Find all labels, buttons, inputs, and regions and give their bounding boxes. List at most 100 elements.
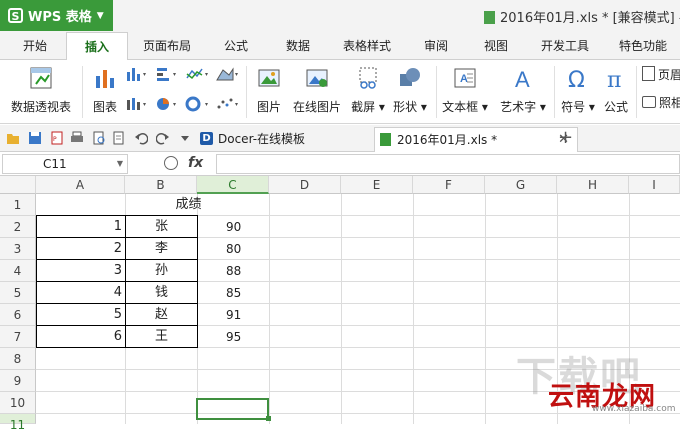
column-header-a[interactable]: A <box>36 176 125 194</box>
row-header-6[interactable]: 6 <box>0 304 36 326</box>
cell-b6[interactable]: 赵 <box>126 304 197 326</box>
row-header-4[interactable]: 4 <box>0 260 36 282</box>
row-header-7[interactable]: 7 <box>0 326 36 348</box>
tab-data[interactable]: 数据 <box>274 32 322 60</box>
save-icon[interactable] <box>28 131 42 145</box>
cell-c7[interactable]: 95 <box>226 326 269 348</box>
omega-icon: Ω <box>568 68 585 90</box>
cell-b7[interactable]: 王 <box>126 326 197 348</box>
column-header-c[interactable]: C <box>197 176 269 194</box>
ribbon-separator <box>436 66 437 118</box>
wordart-button[interactable]: A 艺术字 ▾ <box>496 66 550 115</box>
app-menu-button[interactable]: S WPS 表格 ▼ <box>0 0 113 31</box>
cell-a4[interactable]: 3 <box>36 260 125 282</box>
scatter-chart-icon[interactable] <box>215 96 241 112</box>
export-pdf-icon[interactable]: P <box>50 131 64 145</box>
online-picture-button[interactable]: 在线图片 <box>290 66 344 115</box>
row-header-11[interactable]: 11 <box>0 414 36 431</box>
chevron-down-icon[interactable]: ▼ <box>117 155 123 173</box>
tab-home[interactable]: 开始 <box>14 32 56 60</box>
tab-developer[interactable]: 开发工具 <box>532 32 598 60</box>
print-preview-icon[interactable] <box>92 131 106 145</box>
column-header-g[interactable]: G <box>485 176 557 194</box>
column-header-h[interactable]: H <box>557 176 629 194</box>
column-header-e[interactable]: E <box>341 176 413 194</box>
customize-dropdown-icon[interactable] <box>178 131 192 145</box>
undo-icon[interactable] <box>134 131 148 145</box>
row-header-3[interactable]: 3 <box>0 238 36 260</box>
gridline <box>413 194 414 424</box>
row-header-8[interactable]: 8 <box>0 348 36 370</box>
tab-page-layout[interactable]: 页面布局 <box>136 32 198 60</box>
name-box[interactable]: C11 ▼ <box>2 154 128 174</box>
cell-a3[interactable]: 2 <box>36 238 125 260</box>
column-header-d[interactable]: D <box>269 176 341 194</box>
screenshot-button[interactable]: 截屏 ▾ <box>348 66 388 115</box>
row-header-1[interactable]: 1 <box>0 194 36 216</box>
bar-chart-horizontal-icon[interactable] <box>155 66 179 82</box>
row-header-10[interactable]: 10 <box>0 392 36 414</box>
select-all-corner[interactable] <box>0 176 36 194</box>
new-tab-button[interactable]: + <box>558 125 573 151</box>
column-header-b[interactable]: B <box>125 176 197 194</box>
print-icon[interactable] <box>70 131 84 145</box>
cell-c5[interactable]: 85 <box>226 282 269 304</box>
redo-icon[interactable] <box>156 131 170 145</box>
picture-button[interactable]: 图片 <box>252 66 286 115</box>
equation-button[interactable]: π 公式 <box>600 66 632 115</box>
cell-b3[interactable]: 李 <box>126 238 197 260</box>
tab-special[interactable]: 特色功能 <box>610 32 676 60</box>
tab-table-style[interactable]: 表格样式 <box>336 32 398 60</box>
fill-handle[interactable] <box>266 416 271 421</box>
doctab-active-workbook[interactable]: 2016年01月.xls * ✕ <box>374 127 578 152</box>
row-header-5[interactable]: 5 <box>0 282 36 304</box>
symbol-button[interactable]: Ω 符号 ▾ <box>558 66 598 115</box>
chart-button[interactable]: 图表 <box>88 66 122 115</box>
formula-bar: C11 ▼ fx <box>0 152 680 176</box>
column-chart-icon[interactable] <box>125 66 149 82</box>
row-header-9[interactable]: 9 <box>0 370 36 392</box>
header-footer-button[interactable]: 页眉 <box>642 66 680 83</box>
active-cell-c11[interactable] <box>196 398 269 420</box>
tab-insert[interactable]: 插入 <box>66 32 128 62</box>
tab-view[interactable]: 视图 <box>472 32 520 60</box>
column-header-i[interactable]: I <box>629 176 680 194</box>
print-quick-icon[interactable] <box>112 131 126 145</box>
sheet-header-cell[interactable]: 成绩 <box>36 194 341 216</box>
cell-b4[interactable]: 孙 <box>126 260 197 282</box>
cell-c2[interactable]: 90 <box>226 216 269 238</box>
camera-button[interactable]: 照相 <box>642 94 680 111</box>
title-bar: S WPS 表格 ▼ 2016年01月.xls * [兼容模式] - W <box>0 0 680 32</box>
area-chart-icon[interactable] <box>215 66 241 82</box>
textbox-button[interactable]: A 文本框 ▾ <box>440 66 490 115</box>
doctab-workbook-label: 2016年01月.xls * <box>397 133 498 147</box>
pie-chart-icon[interactable] <box>155 96 179 112</box>
cell-c3[interactable]: 80 <box>226 238 269 260</box>
cell-a7[interactable]: 6 <box>36 326 125 348</box>
cell-c6[interactable]: 91 <box>226 304 269 326</box>
pivot-table-button[interactable]: 数据透视表 <box>8 66 74 115</box>
chart-label: 图表 <box>92 100 117 114</box>
line-chart-icon[interactable] <box>185 66 211 82</box>
cell-a5[interactable]: 4 <box>36 282 125 304</box>
insert-function-button[interactable]: fx <box>188 155 203 171</box>
gridline <box>269 194 270 424</box>
cell-a6[interactable]: 5 <box>36 304 125 326</box>
row-header-2[interactable]: 2 <box>0 216 36 238</box>
svg-text:A: A <box>515 67 530 90</box>
shapes-button[interactable]: 形状 ▾ <box>390 66 430 115</box>
cell-b2[interactable]: 张 <box>126 216 197 238</box>
doctab-docer[interactable]: D Docer-在线模板 <box>196 127 386 151</box>
open-folder-icon[interactable] <box>6 131 20 145</box>
cell-a2[interactable]: 1 <box>36 216 125 238</box>
stock-chart-icon[interactable] <box>125 96 149 112</box>
spreadsheet-file-icon <box>484 11 495 24</box>
cell-c4[interactable]: 88 <box>226 260 269 282</box>
column-header-f[interactable]: F <box>413 176 485 194</box>
formula-input[interactable] <box>216 154 680 174</box>
cell-b5[interactable]: 钱 <box>126 282 197 304</box>
tab-review[interactable]: 审阅 <box>412 32 460 60</box>
find-icon[interactable] <box>164 156 178 170</box>
tab-formulas[interactable]: 公式 <box>212 32 260 60</box>
donut-chart-icon[interactable] <box>185 96 211 112</box>
